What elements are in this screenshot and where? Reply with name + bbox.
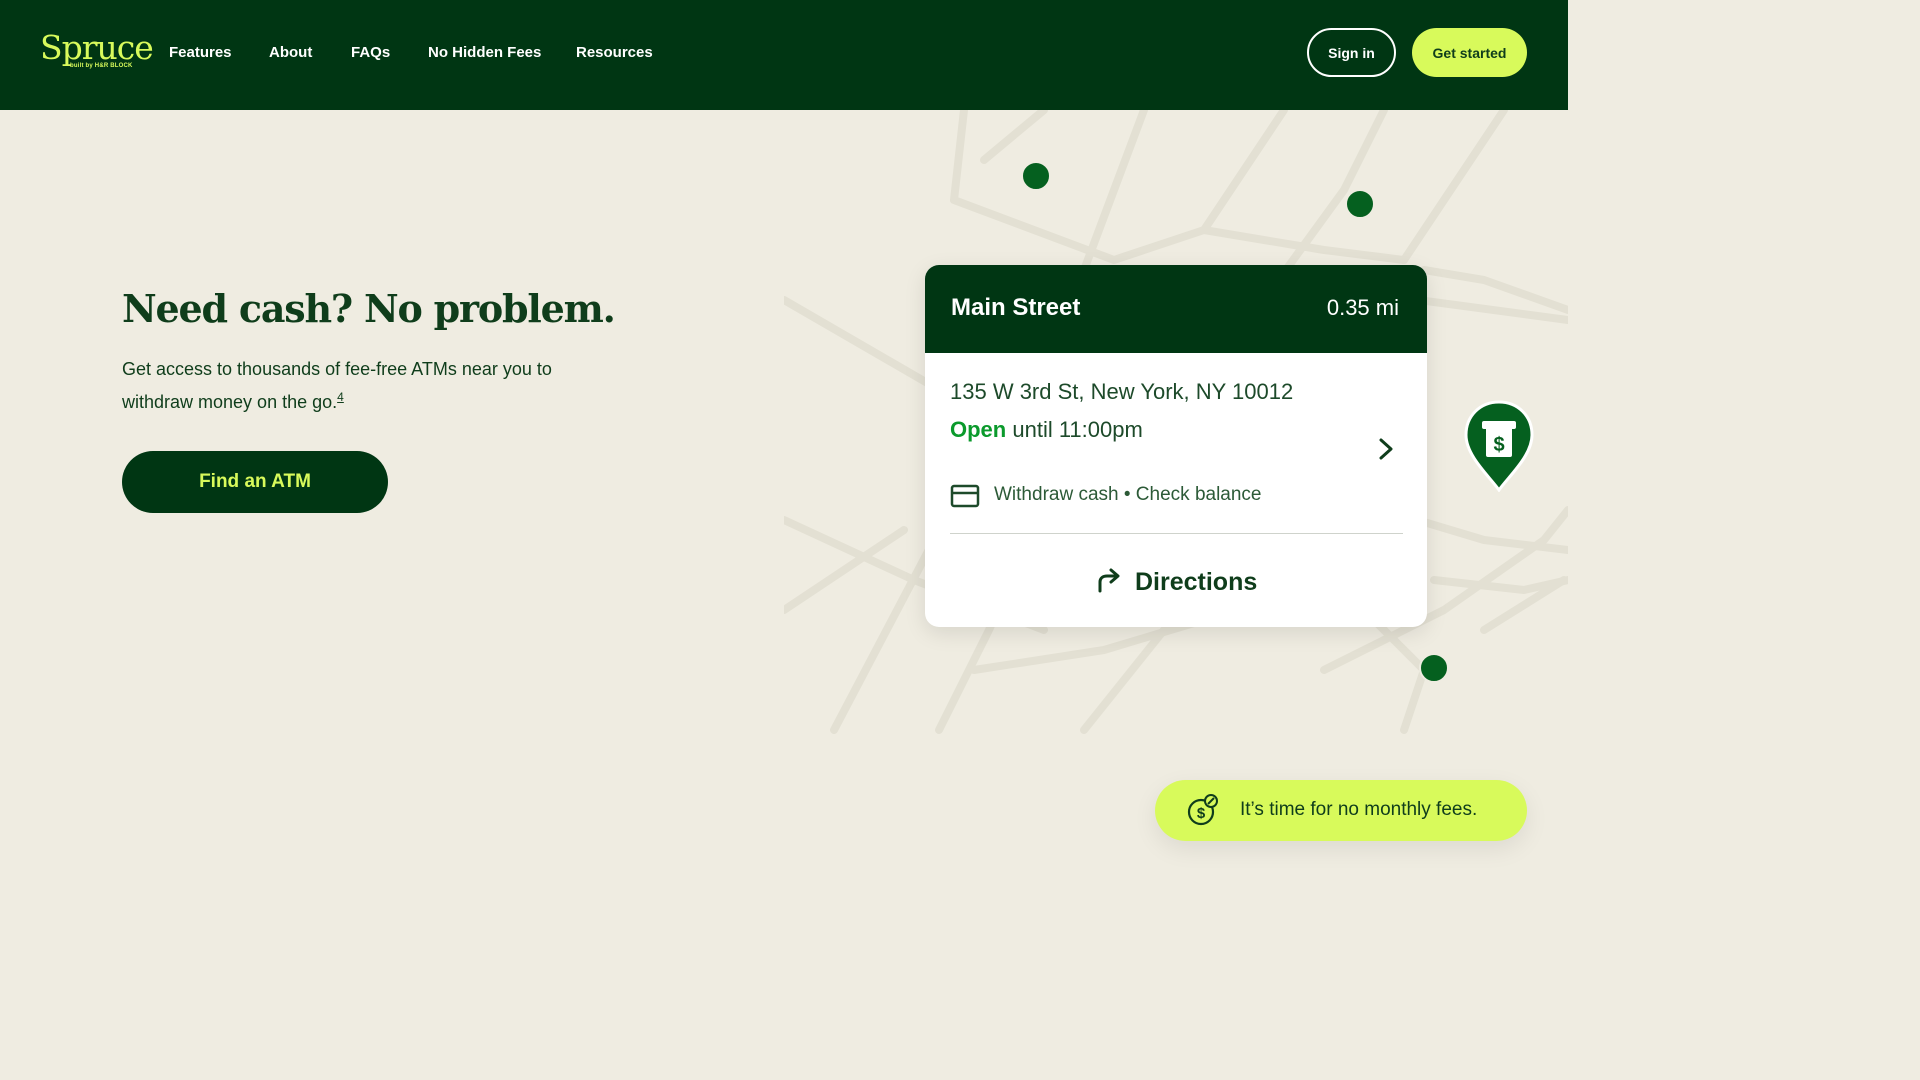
card-header: Main Street 0.35 mi — [925, 265, 1427, 353]
nav-no-hidden-fees[interactable]: No Hidden Fees — [428, 44, 541, 61]
find-atm-button[interactable]: Find an ATM — [122, 451, 388, 513]
sign-in-button[interactable]: Sign in — [1307, 28, 1396, 77]
atm-hours: Open until 11:00pm — [950, 417, 1143, 443]
spruce-logo[interactable]: Spruce built by H&R BLOCK — [40, 28, 154, 74]
nav-resources[interactable]: Resources — [576, 44, 653, 61]
nav-about[interactable]: About — [269, 44, 312, 61]
atm-dollar-pin-icon[interactable]: $ — [1463, 400, 1535, 493]
hero-description-text: Get access to thousands of fee-free ATMs… — [122, 359, 552, 412]
hero-title: Need cash? No problem. — [122, 286, 616, 331]
promo-text: It’s time for no monthly fees. — [1240, 799, 1478, 820]
chevron-right-icon[interactable] — [1373, 434, 1399, 464]
logo-wordmark: Spruce — [40, 28, 154, 67]
directions-button[interactable]: Directions — [1095, 565, 1257, 599]
atm-services: Withdraw cash • Check balance — [994, 484, 1262, 505]
nav-faqs[interactable]: FAQs — [351, 44, 390, 61]
logo-subtitle: built by H&R BLOCK — [70, 63, 133, 69]
card-divider — [950, 533, 1403, 534]
svg-text:$: $ — [1197, 805, 1206, 822]
map-marker[interactable] — [1021, 161, 1051, 191]
card-icon — [950, 484, 980, 508]
directions-arrow-icon — [1095, 567, 1123, 598]
hours-text: until 11:00pm — [1012, 417, 1143, 442]
get-started-button[interactable]: Get started — [1412, 28, 1527, 77]
svg-text:$: $ — [1493, 434, 1504, 456]
promo-banner[interactable]: $ It’s time for no monthly fees. — [1155, 780, 1527, 841]
atm-location-card[interactable]: Main Street 0.35 mi 135 W 3rd St, New Yo… — [925, 265, 1427, 627]
footnote-link[interactable]: 4 — [337, 390, 344, 404]
map-marker[interactable] — [1345, 189, 1375, 219]
atm-distance: 0.35 mi — [1326, 295, 1399, 320]
dollar-coin-badge-icon: $ — [1185, 793, 1219, 827]
atm-address: 135 W 3rd St, New York, NY 10012 — [950, 379, 1294, 404]
hero-description: Get access to thousands of fee-free ATMs… — [122, 355, 602, 416]
nav-features[interactable]: Features — [169, 44, 232, 61]
atm-location-name: Main Street — [951, 294, 1081, 321]
directions-label: Directions — [1135, 567, 1258, 596]
site-header: Spruce built by H&R BLOCK Features About… — [0, 0, 1568, 110]
map-marker[interactable] — [1419, 653, 1449, 683]
open-status: Open — [950, 417, 1007, 442]
